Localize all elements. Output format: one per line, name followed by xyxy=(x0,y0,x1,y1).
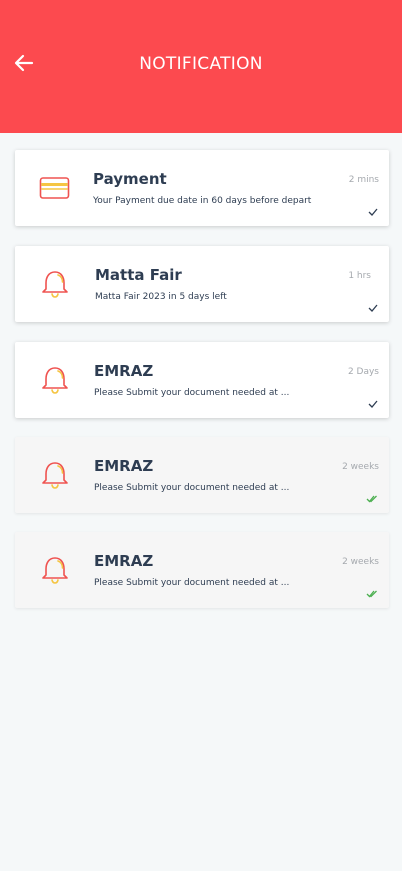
notification-description: Your Payment due date in 60 days before … xyxy=(93,196,312,206)
notification-title: EMRAZ xyxy=(94,457,154,475)
notification-description: Please Submit your document needed at ..… xyxy=(94,578,290,588)
notification-time: 1 hrs xyxy=(348,271,371,281)
bell-icon xyxy=(42,557,68,584)
notification-item[interactable]: EMRAZ Please Submit your document needed… xyxy=(15,342,389,418)
notification-time: 2 weeks xyxy=(342,462,379,472)
notification-title: EMRAZ xyxy=(94,552,154,570)
notification-description: Please Submit your document needed at ..… xyxy=(94,483,290,493)
notification-item[interactable]: Matta Fair Matta Fair 2023 in 5 days lef… xyxy=(15,246,389,322)
notification-item[interactable]: Payment Your Payment due date in 60 days… xyxy=(15,150,389,226)
notification-title: Matta Fair xyxy=(95,266,182,284)
double-check-icon xyxy=(366,590,377,598)
notification-title: Payment xyxy=(93,170,167,188)
notification-time: 2 Days xyxy=(347,367,379,377)
notification-time: 2 weeks xyxy=(342,557,379,567)
notification-time: 2 mins xyxy=(348,175,379,185)
notification-item[interactable]: EMRAZ Please Submit your document needed… xyxy=(15,532,389,608)
bell-icon xyxy=(42,367,68,394)
check-icon xyxy=(368,304,378,312)
double-check-icon xyxy=(366,495,377,503)
notification-description: Please Submit your document needed at ..… xyxy=(94,388,290,398)
app-header: NOTIFICATION xyxy=(0,0,402,133)
check-icon xyxy=(368,208,378,216)
notification-description: Matta Fair 2023 in 5 days left xyxy=(95,292,227,302)
bell-icon xyxy=(42,271,68,298)
bell-icon xyxy=(42,462,68,489)
check-icon xyxy=(368,400,378,408)
page-title: NOTIFICATION xyxy=(139,54,263,74)
credit-card-icon xyxy=(39,177,70,199)
notification-title: EMRAZ xyxy=(94,362,154,380)
notification-item[interactable]: EMRAZ Please Submit your document needed… xyxy=(15,437,389,513)
